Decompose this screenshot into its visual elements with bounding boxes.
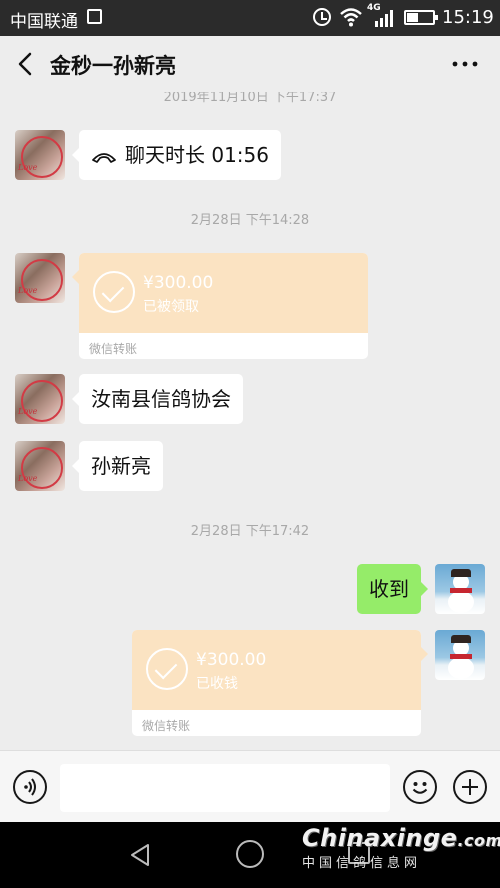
transfer-label: 微信转账 [89, 342, 138, 356]
timestamp: 2月28日 下午14:28 [190, 213, 310, 228]
watermark-sub: 中国信鸽信息网 [302, 856, 422, 871]
transfer-card-outgoing[interactable]: ¥300.00 已收钱 微信转账 [132, 630, 421, 736]
message-bubble-outgoing[interactable]: 收到 [357, 564, 428, 614]
carrier-label: 中国联通 [10, 12, 78, 32]
chat-title: 金秒一孙新亮 [50, 54, 176, 78]
transfer-card[interactable]: ¥300.00 已被领取 微信转账 [79, 253, 368, 359]
image-notification-icon [87, 9, 102, 24]
my-avatar[interactable] [435, 630, 485, 680]
phone-icon [92, 152, 116, 163]
bubble-tail [421, 647, 428, 661]
nav-back-icon[interactable] [128, 842, 152, 868]
more-icon[interactable] [450, 54, 480, 74]
transfer-card-body: ¥300.00 已被领取 [79, 253, 368, 333]
chat-header: 金秒一孙新亮 [0, 36, 500, 92]
watermark: Chinaxinge.com 中国信鸽信息网 [302, 824, 500, 871]
transfer-status: 已收钱 [196, 676, 238, 692]
call-duration-text: 聊天时长 01:56 [125, 143, 269, 167]
my-avatar[interactable] [435, 564, 485, 614]
message-list[interactable]: 2019年11月10日 下午17:37 聊天时长 01:56 2月28日 下午1… [0, 92, 500, 750]
contact-avatar[interactable] [15, 253, 65, 303]
voice-icon[interactable] [13, 770, 47, 804]
battery-icon [404, 10, 438, 25]
back-arrow-icon[interactable] [13, 50, 39, 78]
message-bubble[interactable]: 孙新亮 [72, 441, 163, 491]
bubble-tail [72, 270, 79, 284]
call-record-bubble[interactable]: 聊天时长 01:56 [72, 130, 281, 180]
timestamp: 2月28日 下午17:42 [190, 524, 310, 539]
message-input[interactable] [60, 764, 390, 812]
contact-avatar[interactable] [15, 441, 65, 491]
transfer-card-body: ¥300.00 已收钱 [132, 630, 421, 710]
watermark-main: Chinaxinge.com [302, 824, 500, 852]
contact-avatar[interactable] [15, 374, 65, 424]
transfer-amount: ¥300.00 [143, 273, 214, 293]
transfer-status: 已被领取 [143, 299, 199, 315]
alarm-icon [313, 8, 331, 26]
nav-home-icon[interactable] [236, 840, 264, 868]
plus-icon[interactable] [453, 770, 487, 804]
status-bar: 中国联通 4G 15:19 [0, 0, 500, 36]
clock: 15:19 [442, 7, 494, 28]
check-circle-icon [93, 271, 135, 313]
message-text: 汝南县信鸽协会 [91, 387, 231, 411]
timestamp: 2019年11月10日 下午17:37 [163, 92, 337, 105]
check-circle-icon [146, 648, 188, 690]
emoji-icon[interactable] [403, 770, 437, 804]
transfer-amount: ¥300.00 [196, 650, 267, 670]
contact-avatar[interactable] [15, 130, 65, 180]
signal-icon [375, 10, 393, 27]
wifi-icon [340, 8, 362, 27]
transfer-label: 微信转账 [142, 719, 191, 733]
message-bubble[interactable]: 汝南县信鸽协会 [72, 374, 243, 424]
input-bar [0, 750, 500, 822]
message-text: 孙新亮 [91, 454, 151, 478]
message-text: 收到 [369, 577, 409, 601]
